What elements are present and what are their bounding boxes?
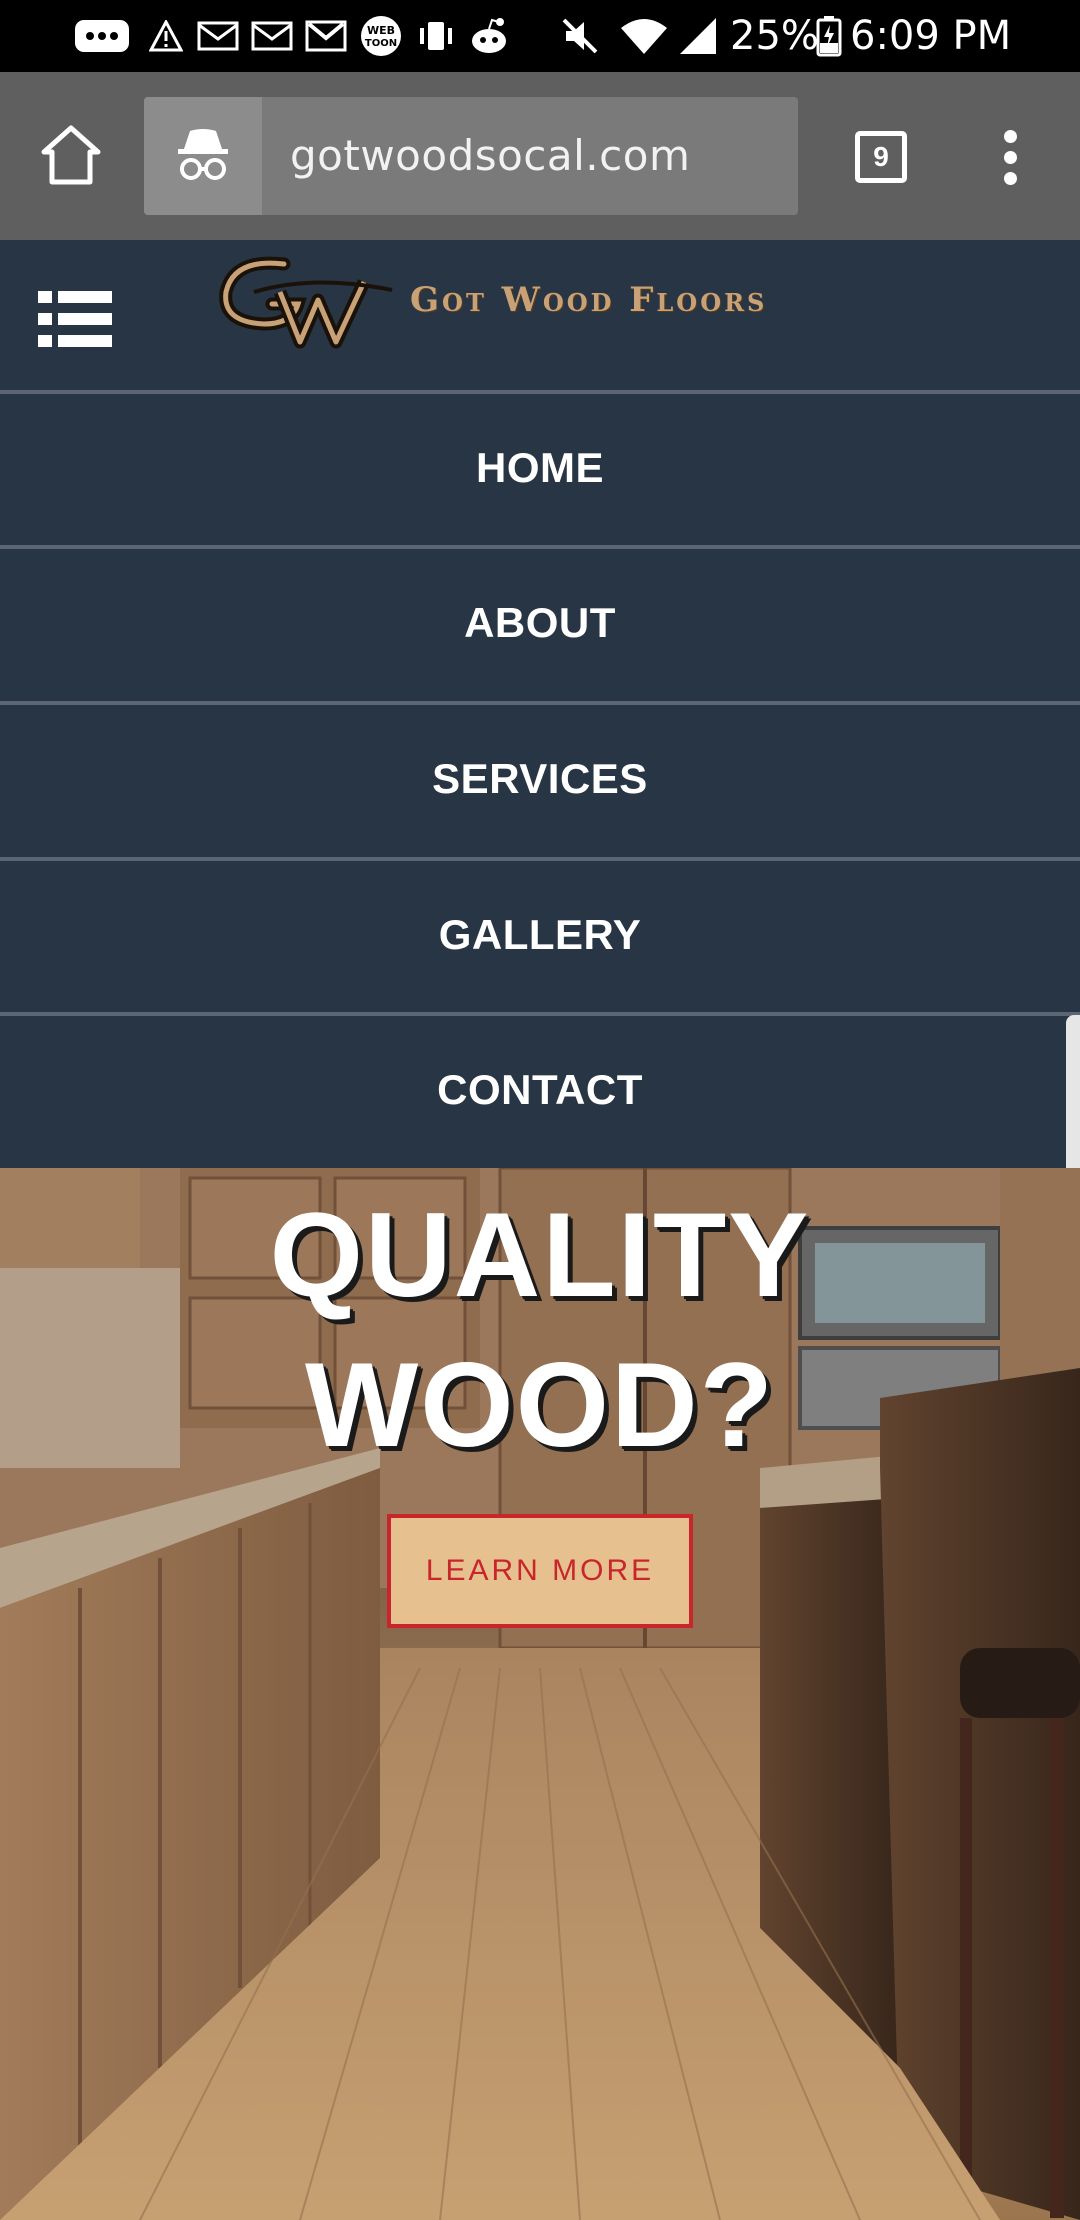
nav-item-label: HOME xyxy=(476,444,604,491)
nav-item-label: SERVICES xyxy=(432,755,648,802)
signal-icon xyxy=(676,14,720,58)
overflow-menu-icon[interactable] xyxy=(996,130,1024,186)
site-header: Got Wood Floors xyxy=(0,240,1080,390)
gmail-icon xyxy=(304,14,348,58)
hero-title-line1: QUALITY xyxy=(269,1188,811,1322)
webtoon-icon: WEB TOON xyxy=(358,14,404,58)
status-bar: WEB TOON 25% 6:09 PM xyxy=(0,0,1080,72)
tab-switcher-button[interactable]: 9 xyxy=(855,131,907,183)
svg-text:TOON: TOON xyxy=(365,38,397,49)
wifi-icon xyxy=(618,14,670,58)
nav-item-services[interactable]: SERVICES xyxy=(0,701,1080,853)
reddit-icon xyxy=(466,14,512,58)
svg-text:WEB: WEB xyxy=(367,24,395,37)
menu-toggle-icon[interactable] xyxy=(38,291,112,347)
nav-item-about[interactable]: ABOUT xyxy=(0,545,1080,697)
learn-more-button[interactable]: LEARN MORE xyxy=(387,1514,693,1628)
mute-icon xyxy=(558,14,602,58)
hero-title-line2: WOOD? xyxy=(305,1338,775,1472)
clock: 6:09 PM xyxy=(850,13,1012,59)
nav-item-label: CONTACT xyxy=(437,1066,643,1113)
mail-icon xyxy=(196,14,240,58)
nav-item-contact[interactable]: CONTACT xyxy=(0,1012,1080,1164)
learn-more-label: LEARN MORE xyxy=(425,1554,655,1587)
nav-item-label: ABOUT xyxy=(464,599,616,646)
hero-background-image xyxy=(0,1168,1080,2220)
hero-section: QUALITY WOOD? LEARN MORE xyxy=(0,1168,1080,2220)
brand-name: Got Wood Floors xyxy=(410,280,768,320)
url-text: gotwoodsocal.com xyxy=(290,131,691,180)
nav-item-label: GALLERY xyxy=(438,911,642,958)
battery-charging-icon xyxy=(814,14,844,58)
incognito-icon xyxy=(144,97,262,215)
brand-logo[interactable] xyxy=(214,252,394,352)
tab-count: 9 xyxy=(873,141,889,172)
mail-icon xyxy=(250,14,294,58)
battery-percent: 25% xyxy=(730,13,819,59)
vibrate-icon xyxy=(414,14,458,58)
nav-menu: HOME ABOUT SERVICES GALLERY CONTACT xyxy=(0,390,1080,1450)
warning-icon xyxy=(146,14,186,58)
nav-item-home[interactable]: HOME xyxy=(0,390,1080,542)
messages-icon xyxy=(72,14,132,58)
address-bar[interactable]: gotwoodsocal.com xyxy=(144,97,798,215)
home-icon[interactable] xyxy=(38,122,104,188)
nav-item-gallery[interactable]: GALLERY xyxy=(0,857,1080,1009)
browser-toolbar: gotwoodsocal.com 9 xyxy=(0,72,1080,240)
